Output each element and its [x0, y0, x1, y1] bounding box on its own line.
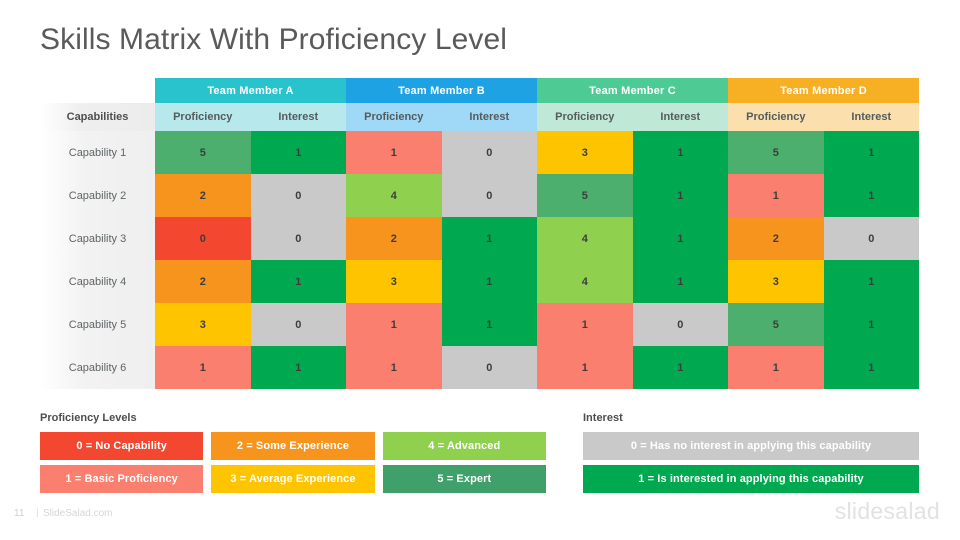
slide-canvas: Skills Matrix With Proficiency Level Tea… [0, 0, 960, 540]
row-label-capability-4: Capability 4 [40, 260, 155, 303]
sub-header-d-proficiency: Proficiency [728, 103, 824, 131]
matrix-cell-r2-c4[interactable]: 0 [441, 174, 538, 217]
matrix-cell-r4-c8[interactable]: 1 [823, 260, 920, 303]
sub-header-c-proficiency: Proficiency [537, 103, 633, 131]
proficiency-legend-chip-3: 1 = Basic Proficiency [40, 465, 204, 493]
corner-blank-cell [40, 78, 155, 103]
matrix-head: Team Member A Team Member B Team Member CT… [40, 78, 920, 131]
interest-legend-chip-0: 0 = Has no interest in applying this cap… [583, 432, 919, 460]
matrix-cell-r2-c3[interactable]: 4 [346, 174, 442, 217]
matrix-cell-r3-c6[interactable]: 1 [632, 217, 729, 260]
matrix-cell-r6-c7[interactable]: 1 [728, 346, 824, 389]
matrix-body: Capability 1 5 1 1 0 3 1 5 1 Capability 220405111… [40, 131, 920, 389]
sub-header-c-interest: Interest [632, 103, 729, 131]
matrix-cell-r1-c5[interactable]: 3 [537, 131, 633, 174]
matrix-cell-r5-c7[interactable]: 5 [728, 303, 824, 346]
proficiency-legend-chip-1: 2 = Some Experience [211, 432, 375, 460]
proficiency-legend-title: Proficiency Levels [40, 412, 137, 424]
sub-header-b-interest: Interest [441, 103, 538, 131]
matrix-cell-r2-c8[interactable]: 1 [823, 174, 920, 217]
matrix-cell-r1-c6[interactable]: 1 [632, 131, 729, 174]
table-row: Capability 421314131 [40, 260, 920, 303]
matrix-cell-r3-c4[interactable]: 1 [441, 217, 538, 260]
row-label-capability-1: Capability 1 [40, 131, 155, 174]
matrix-cell-r1-c2[interactable]: 1 [250, 131, 347, 174]
matrix-cell-r1-c7[interactable]: 5 [728, 131, 824, 174]
team-header-b: Team Member B [346, 78, 538, 103]
matrix-cell-r2-c7[interactable]: 1 [728, 174, 824, 217]
sub-header-a-interest: Interest [250, 103, 347, 131]
proficiency-legend-chip-4: 3 = Average Experience [211, 465, 375, 493]
matrix-cell-r6-c1[interactable]: 1 [155, 346, 251, 389]
interest-legend: 0 = Has no interest in applying this cap… [583, 432, 919, 493]
interest-legend-chip-1: 1 = Is interested in applying this capab… [583, 465, 919, 493]
matrix-cell-r2-c1[interactable]: 2 [155, 174, 251, 217]
matrix-cell-r5-c2[interactable]: 0 [250, 303, 347, 346]
footer-divider: | [36, 507, 39, 518]
matrix-cell-r4-c5[interactable]: 4 [537, 260, 633, 303]
matrix-cell-r4-c6[interactable]: 1 [632, 260, 729, 303]
skills-matrix-table: Team Member A Team Member B Team Member CT… [40, 78, 920, 389]
matrix-cell-r6-c3[interactable]: 1 [346, 346, 442, 389]
matrix-cell-r6-c4[interactable]: 0 [441, 346, 538, 389]
matrix-cell-r3-c1[interactable]: 0 [155, 217, 251, 260]
matrix-cell-r4-c3[interactable]: 3 [346, 260, 442, 303]
footer-site-label: SlideSalad.com [43, 508, 113, 519]
matrix-cell-r1-c8[interactable]: 1 [823, 131, 920, 174]
table-row: Capability 611101111 [40, 346, 920, 389]
matrix-cell-r6-c5[interactable]: 1 [537, 346, 633, 389]
matrix-cell-r3-c5[interactable]: 4 [537, 217, 633, 260]
row-label-capability-3: Capability 3 [40, 217, 155, 260]
table-row: Capability 151103151 [40, 131, 920, 174]
table-row: Capability 530111051 [40, 303, 920, 346]
matrix-cell-r1-c4[interactable]: 0 [441, 131, 538, 174]
sub-header-d-interest: Interest [823, 103, 920, 131]
matrix-cell-r6-c6[interactable]: 1 [632, 346, 729, 389]
matrix-cell-r4-c4[interactable]: 1 [441, 260, 538, 303]
matrix-cell-r4-c7[interactable]: 3 [728, 260, 824, 303]
matrix-cell-r5-c5[interactable]: 1 [537, 303, 633, 346]
proficiency-legend-chip-2: 4 = Advanced [382, 432, 546, 460]
row-label-capability-5: Capability 5 [40, 303, 155, 346]
team-header-row: Team Member A Team Member B Team Member CT… [40, 78, 920, 103]
proficiency-legend-chip-0: 0 = No Capability [40, 432, 204, 460]
matrix-cell-r4-c2[interactable]: 1 [250, 260, 347, 303]
matrix-cell-r6-c2[interactable]: 1 [250, 346, 347, 389]
matrix-cell-r5-c8[interactable]: 1 [823, 303, 920, 346]
sub-header-b-proficiency: Proficiency [346, 103, 442, 131]
footer-page-number: 11 [14, 508, 25, 519]
matrix-cell-r5-c4[interactable]: 1 [441, 303, 538, 346]
matrix-cell-r5-c6[interactable]: 0 [632, 303, 729, 346]
matrix-cell-r3-c3[interactable]: 2 [346, 217, 442, 260]
matrix-cell-r3-c2[interactable]: 0 [250, 217, 347, 260]
matrix-cell-r1-c3[interactable]: 1 [346, 131, 442, 174]
matrix-cell-r2-c5[interactable]: 5 [537, 174, 633, 217]
team-header-d: Team Member D [728, 78, 920, 103]
matrix-cell-r6-c8[interactable]: 1 [823, 346, 920, 389]
matrix-cell-r2-c6[interactable]: 1 [632, 174, 729, 217]
matrix-cell-r5-c1[interactable]: 3 [155, 303, 251, 346]
brand-logo: slidesalad [834, 498, 940, 524]
sub-header-row: Capabilities Proficiency Interest Proficie… [40, 103, 920, 131]
table-row: Capability 220405111 [40, 174, 920, 217]
matrix-cell-r4-c1[interactable]: 2 [155, 260, 251, 303]
matrix-cell-r2-c2[interactable]: 0 [250, 174, 347, 217]
matrix-cell-r3-c7[interactable]: 2 [728, 217, 824, 260]
team-header-a: Team Member A [155, 78, 347, 103]
team-header-c: Team Member C [537, 78, 729, 103]
matrix-cell-r5-c3[interactable]: 1 [346, 303, 442, 346]
table-row: Capability 300214120 [40, 217, 920, 260]
sub-header-a-proficiency: Proficiency [155, 103, 251, 131]
proficiency-legend: 0 = No Capability 2 = Some Experience 4 = … [40, 432, 546, 493]
row-label-capability-6: Capability 6 [40, 346, 155, 389]
interest-legend-title: Interest [583, 412, 623, 424]
proficiency-legend-chip-5: 5 = Expert [382, 465, 546, 493]
matrix-cell-r3-c8[interactable]: 0 [823, 217, 920, 260]
page-title: Skills Matrix With Proficiency Level [40, 23, 508, 56]
matrix-cell-r1-c1[interactable]: 5 [155, 131, 251, 174]
row-label-capability-2: Capability 2 [40, 174, 155, 217]
capabilities-header: Capabilities [40, 103, 155, 131]
